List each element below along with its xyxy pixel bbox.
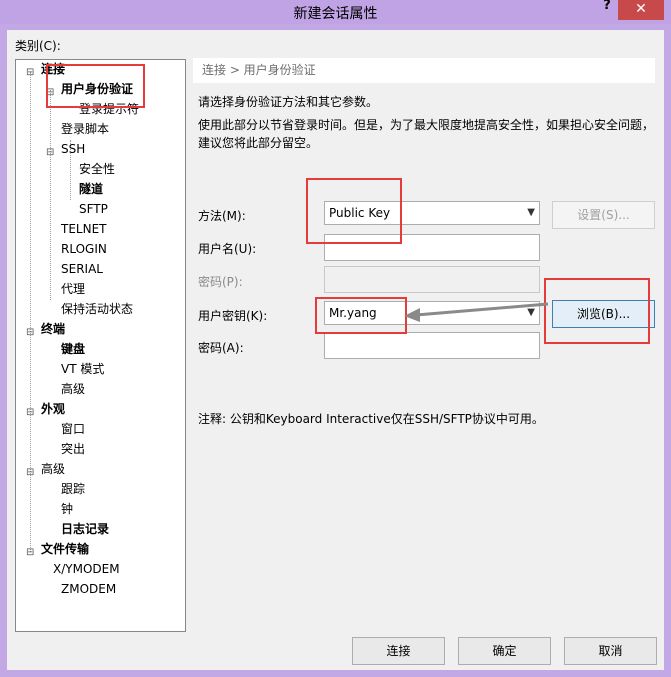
tree-item-sftp[interactable]: SFTP: [79, 200, 108, 218]
window-title: 新建会话属性: [293, 6, 378, 22]
annotation-arrow-shaft: [415, 302, 549, 317]
category-label: 类别(C):: [15, 39, 61, 53]
description-line-2: 建议您将此部分留空。: [198, 136, 319, 150]
tree-item-terminal[interactable]: 终端: [41, 320, 65, 338]
connect-button[interactable]: 连接: [352, 637, 445, 665]
settings-button[interactable]: 设置(S)...: [552, 201, 655, 229]
tree-item-bell[interactable]: 钟: [61, 500, 73, 518]
dialog-window: 新建会话属性 ? ✕ 类别(C): ⊟ 连接 ⊟ 用户身份验证 登录提示符 登录…: [0, 0, 671, 677]
tree-item-connection[interactable]: 连接: [41, 60, 65, 78]
collapse-icon[interactable]: ⊟: [46, 148, 54, 158]
intro-text: 请选择身份验证方法和其它参数。: [198, 95, 379, 109]
tree-item-security[interactable]: 安全性: [79, 160, 115, 178]
tree-item-window[interactable]: 窗口: [61, 420, 85, 438]
dialog-client: 类别(C): ⊟ 连接 ⊟ 用户身份验证 登录提示符 登录脚本 ⊟ SSH 安全…: [7, 30, 664, 670]
password-label: 密码(P):: [198, 275, 243, 289]
ok-button[interactable]: 确定: [458, 637, 551, 665]
tree-item-terminal-advanced[interactable]: 高级: [61, 380, 85, 398]
collapse-icon[interactable]: ⊟: [46, 88, 54, 98]
tree-item-serial[interactable]: SERIAL: [61, 260, 103, 278]
method-select-value: Public Key: [329, 206, 391, 220]
password-input[interactable]: [324, 266, 540, 293]
tree-item-ssh[interactable]: SSH: [61, 140, 85, 158]
tree-guide-line: [50, 90, 51, 300]
tree-item-highlight[interactable]: 突出: [61, 440, 85, 458]
tree-item-keyboard[interactable]: 键盘: [61, 340, 85, 358]
method-select[interactable]: Public Key ▼: [324, 201, 540, 225]
tree-item-trace[interactable]: 跟踪: [61, 480, 85, 498]
tree-item-proxy[interactable]: 代理: [61, 280, 85, 298]
chevron-down-icon: ▼: [527, 207, 535, 218]
collapse-icon[interactable]: ⊟: [26, 548, 34, 558]
tree-item-xymodem[interactable]: X/YMODEM: [53, 560, 120, 578]
user-key-select-value: Mr.yang: [329, 306, 377, 320]
title-bar[interactable]: 新建会话属性 ? ✕: [0, 0, 671, 24]
cancel-button[interactable]: 取消: [564, 637, 657, 665]
close-button[interactable]: ✕: [618, 0, 664, 20]
tree-item-telnet[interactable]: TELNET: [61, 220, 107, 238]
collapse-icon[interactable]: ⊟: [26, 68, 34, 78]
tree-item-vt-mode[interactable]: VT 模式: [61, 360, 104, 378]
tree-item-file-transfer[interactable]: 文件传输: [41, 540, 89, 558]
tree-guide-line: [30, 72, 31, 552]
tree-item-keepalive[interactable]: 保持活动状态: [61, 300, 133, 318]
collapse-icon[interactable]: ⊟: [26, 408, 34, 418]
breadcrumb: 连接 > 用户身份验证: [193, 58, 655, 83]
help-button[interactable]: ?: [599, 0, 615, 16]
tree-item-login-script[interactable]: 登录脚本: [61, 120, 109, 138]
tree-item-tunnel[interactable]: 隧道: [79, 180, 103, 198]
tree-item-logging[interactable]: 日志记录: [61, 520, 109, 538]
note-text: 注释: 公钥和Keyboard Interactive仅在SSH/SFTP协议中…: [198, 412, 544, 426]
category-tree[interactable]: ⊟ 连接 ⊟ 用户身份验证 登录提示符 登录脚本 ⊟ SSH 安全性 隧道 SF…: [15, 59, 186, 632]
tree-item-appearance[interactable]: 外观: [41, 400, 65, 418]
tree-item-rlogin[interactable]: RLOGIN: [61, 240, 107, 258]
annotation-arrow: [404, 302, 549, 322]
tree-item-zmodem[interactable]: ZMODEM: [61, 580, 116, 598]
tree-item-advanced[interactable]: 高级: [41, 460, 65, 478]
collapse-icon[interactable]: ⊟: [26, 328, 34, 338]
annotation-arrow-head: [404, 308, 420, 322]
username-input[interactable]: [324, 234, 540, 261]
passphrase-label: 密码(A):: [198, 341, 244, 355]
username-label: 用户名(U):: [198, 242, 257, 256]
tree-item-login-prompt[interactable]: 登录提示符: [79, 100, 139, 118]
description-line-1: 使用此部分以节省登录时间。但是，为了最大限度地提高安全性，如果担心安全问题，: [198, 118, 655, 132]
collapse-icon[interactable]: ⊟: [26, 468, 34, 478]
tree-item-auth[interactable]: 用户身份验证: [61, 80, 133, 98]
user-key-label: 用户密钥(K):: [198, 309, 268, 323]
method-label: 方法(M):: [198, 209, 246, 223]
browse-button[interactable]: 浏览(B)...: [552, 300, 655, 328]
passphrase-input[interactable]: [324, 332, 540, 359]
